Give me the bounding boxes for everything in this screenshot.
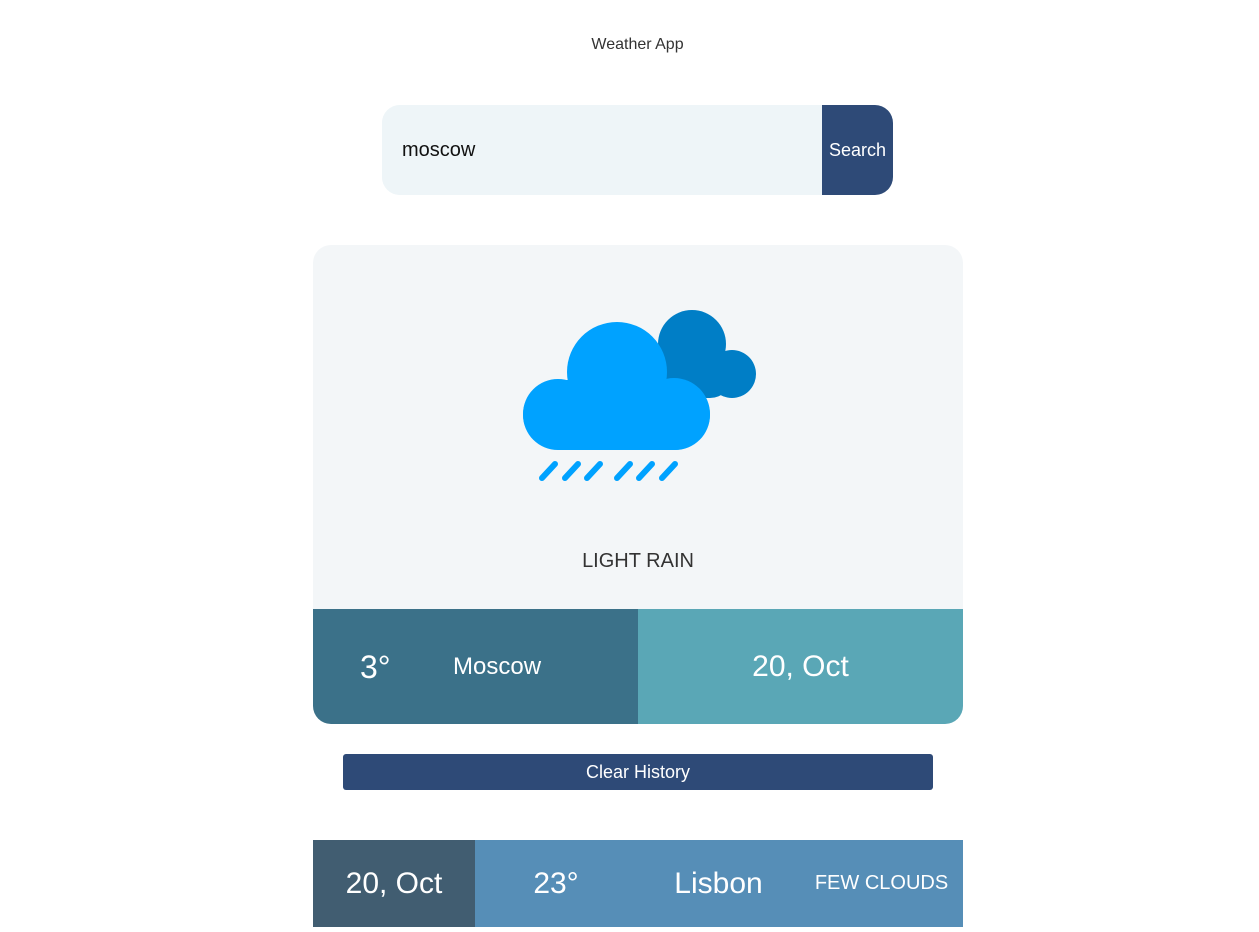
history-city: Lisbon (674, 866, 763, 900)
rain-drops (539, 461, 678, 481)
search-bar: Search (382, 105, 893, 195)
current-city: Moscow (453, 653, 542, 680)
current-temperature: 3° (360, 649, 391, 685)
weather-condition: LIGHT RAIN (582, 550, 694, 572)
weather-card-footer: 3° Moscow 20, Oct (313, 609, 963, 724)
history-date: 20, Oct (313, 840, 475, 927)
app-title: Weather App (591, 36, 684, 53)
search-button[interactable]: Search (822, 105, 893, 195)
history-row[interactable]: 20, Oct 23° Lisbon FEW CLOUDS (313, 840, 963, 927)
history-temperature: 23° (533, 866, 579, 900)
cloud-rain-icon (523, 310, 756, 481)
current-date: 20, Oct (638, 609, 963, 724)
clear-history-button[interactable]: Clear History (343, 754, 933, 790)
history-details: 23° Lisbon FEW CLOUDS (475, 840, 963, 927)
history-condition: FEW CLOUDS (814, 872, 949, 894)
temperature-city-panel: 3° Moscow (313, 609, 638, 724)
search-input[interactable] (382, 105, 822, 195)
